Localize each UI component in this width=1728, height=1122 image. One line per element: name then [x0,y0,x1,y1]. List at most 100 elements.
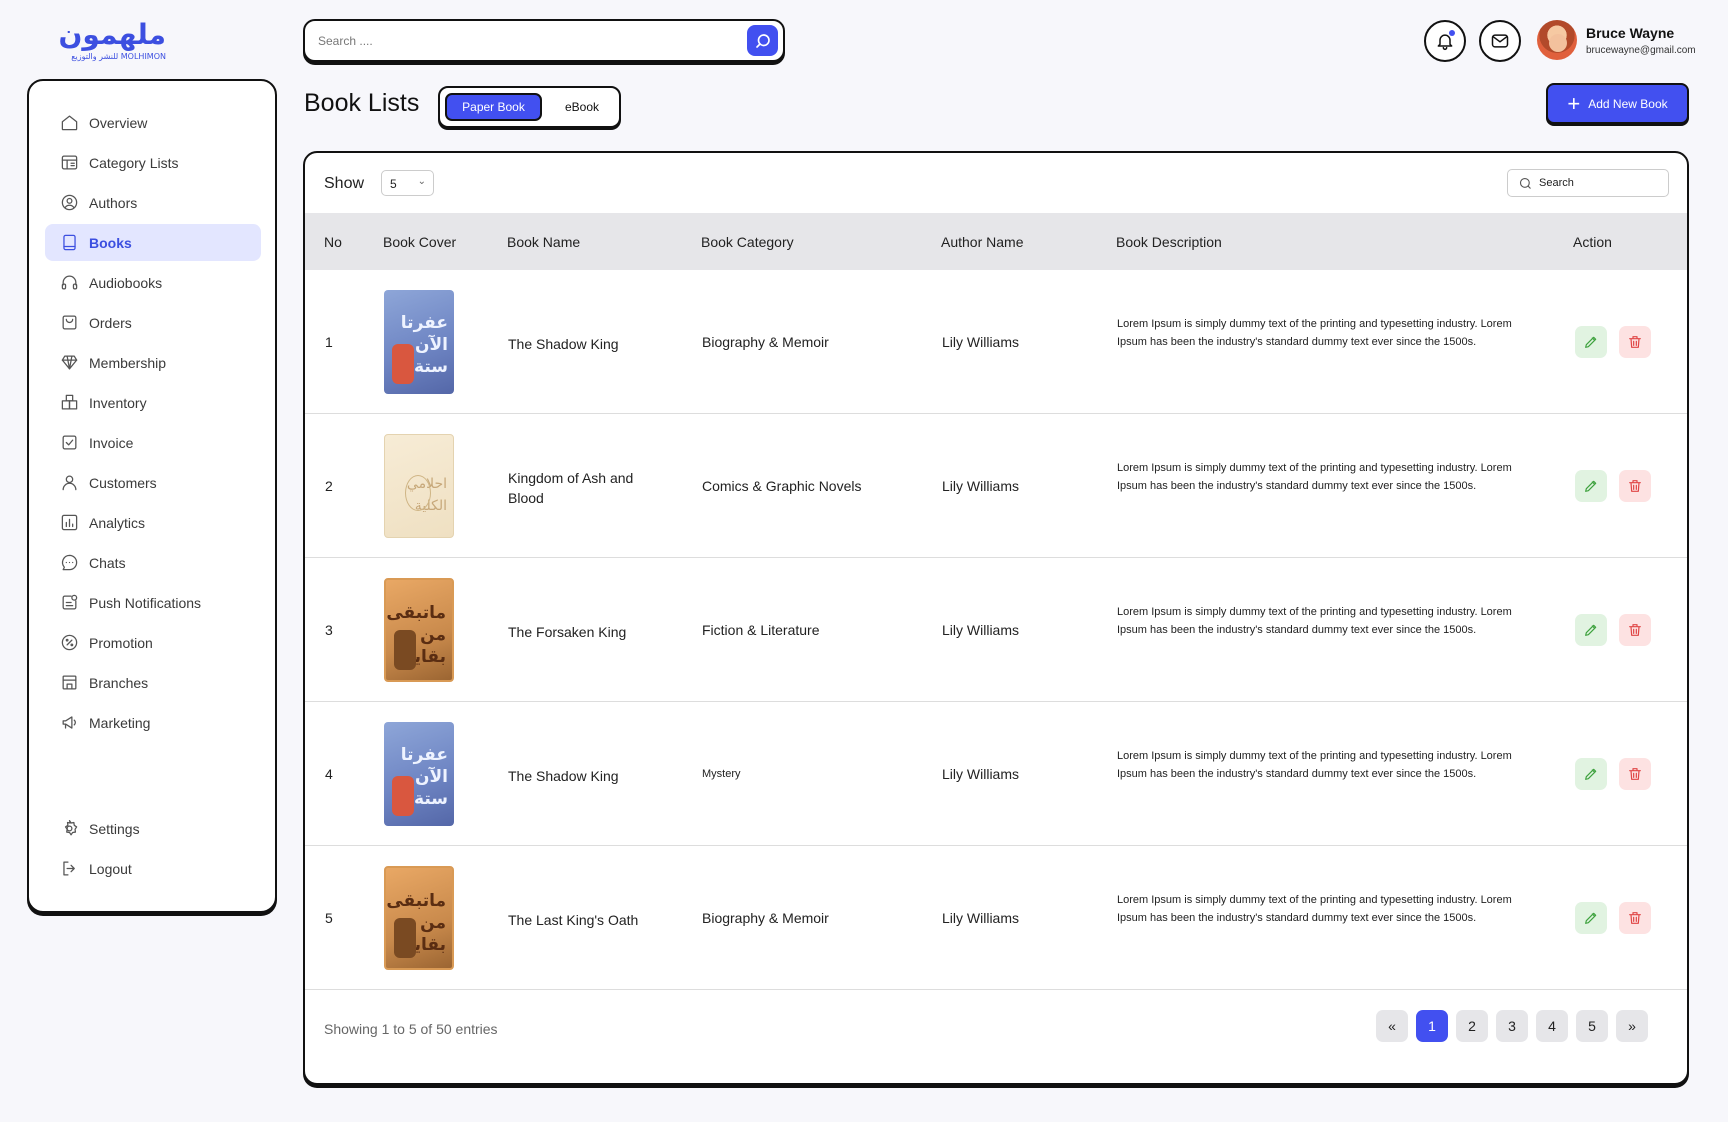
edit-button[interactable] [1575,470,1607,502]
sidebar-item-label: Marketing [89,714,151,731]
row-number: 4 [325,766,333,782]
sidebar-item-customers[interactable]: Customers [45,464,261,501]
col-book-cover: Book Cover [383,234,457,250]
edit-button[interactable] [1575,614,1607,646]
col-action: Action [1573,234,1612,250]
book-cover: عفرتا الآن ستة [384,722,454,826]
store-icon [62,675,76,690]
book-name: The Shadow King [508,336,619,352]
entries-per-page-value: 5 [390,177,397,191]
user-name: Bruce Wayne [1586,25,1675,41]
sidebar-item-overview[interactable]: Overview [45,104,261,141]
notifications-button[interactable] [1424,20,1466,62]
sidebar-item-authors[interactable]: Authors [45,184,261,221]
sidebar-item-promotion[interactable]: Promotion [45,624,261,661]
author-name: Lily Williams [942,334,1019,350]
book-category: Mystery [702,768,741,780]
search-button[interactable] [747,25,778,56]
search-input[interactable]: Search .... [318,34,373,48]
pencil-icon [1585,480,1597,492]
pagination-page-1[interactable]: 1 [1416,1010,1448,1042]
sidebar-item-analytics[interactable]: Analytics [45,504,261,541]
sidebar-item-marketing[interactable]: Marketing [45,704,261,741]
delete-button[interactable] [1619,470,1651,502]
sidebar-item-label: Chats [89,554,126,571]
book-cover: احلامي الكلية [384,434,454,538]
col-book-category: Book Category [701,234,794,250]
home-icon [61,115,77,131]
sidebar-item-label: Analytics [89,514,146,531]
table-search-input[interactable]: Search [1507,169,1669,197]
sidebar-item-label: Settings [89,820,140,837]
sidebar-item-audiobooks[interactable]: Audiobooks [45,264,261,301]
pencil-icon [1585,624,1597,636]
edit-button[interactable] [1575,326,1607,358]
tab-paper-book[interactable]: Paper Book [445,93,542,121]
sidebar-item-category-lists[interactable]: Category Lists [45,144,261,181]
mail-icon [1491,34,1509,48]
delete-button[interactable] [1619,758,1651,790]
diamond-icon [61,355,77,370]
entries-info: Showing 1 to 5 of 50 entries [324,1021,498,1037]
user-circle-icon [61,194,77,211]
sidebar-item-books[interactable]: Books [45,224,261,261]
delete-button[interactable] [1619,326,1651,358]
tab-ebook[interactable]: eBook [552,93,612,121]
headphones-icon [61,275,77,290]
add-new-book-button[interactable]: + Add New Book [1546,83,1689,124]
logo-subtext: للنشر والتوزيع MOLHIMON [71,52,166,61]
book-category: Comics & Graphic Novels [702,478,862,494]
delete-button[interactable] [1619,614,1651,646]
sidebar-item-invoice[interactable]: Invoice [45,424,261,461]
trash-icon [1629,624,1641,636]
sidebar-item-branches[interactable]: Branches [45,664,261,701]
pagination-first-button[interactable]: « [1376,1010,1408,1042]
pencil-icon [1585,768,1597,780]
sidebar-item-chats[interactable]: Chats [45,544,261,581]
sidebar-item-label: Authors [89,194,138,211]
delete-button[interactable] [1619,902,1651,934]
col-book-description: Book Description [1116,234,1222,250]
table-row: 2 احلامي الكلية Kingdom of Ash and Blood… [305,414,1687,558]
bag-icon [62,315,76,330]
book-name: The Shadow King [508,768,619,784]
book-name: Kingdom of Ash and Blood [508,470,634,506]
person-icon [62,475,76,491]
messages-button[interactable] [1479,20,1521,62]
edit-button[interactable] [1575,902,1607,934]
table-row: 4 عفرتا الآن ستة The Shadow King Mystery… [305,702,1687,846]
sidebar: Overview Category Lists Authors Books Au… [27,79,277,913]
avatar[interactable] [1537,20,1577,60]
invoice-icon [62,435,76,450]
global-search[interactable]: Search .... [303,19,785,62]
sidebar-item-logout[interactable]: Logout [45,850,261,887]
sidebar-item-label: Customers [89,474,157,491]
pagination-page-5[interactable]: 5 [1576,1010,1608,1042]
book-description: Lorem Ipsum is simply dummy text of the … [1117,318,1512,348]
pagination-last-button[interactable]: » [1616,1010,1648,1042]
book-icon [62,234,76,251]
sidebar-item-settings[interactable]: Settings [45,810,261,847]
row-number: 3 [325,622,333,638]
pagination-page-2[interactable]: 2 [1456,1010,1488,1042]
percent-icon [61,634,77,651]
book-description: Lorem Ipsum is simply dummy text of the … [1117,894,1512,924]
sidebar-item-inventory[interactable]: Inventory [45,384,261,421]
edit-button[interactable] [1575,758,1607,790]
pagination-page-4[interactable]: 4 [1536,1010,1568,1042]
sidebar-item-push-notifications[interactable]: Push Notifications [45,584,261,621]
logout-icon [62,861,75,876]
sidebar-item-membership[interactable]: Membership [45,344,261,381]
megaphone-icon [62,716,76,729]
sidebar-item-label: Books [89,234,132,251]
table-search-placeholder: Search [1539,177,1574,189]
pagination-page-3[interactable]: 3 [1496,1010,1528,1042]
table-row: 1 عفرتا الآن ستة The Shadow King Biograp… [305,270,1687,414]
entries-per-page-select[interactable]: 5 ⌄ [381,170,434,196]
notification-dot [1449,30,1455,36]
page-title: Book Lists [304,89,420,117]
trash-icon [1629,912,1641,924]
table-row: 5 ماتبقى من بقايا The Last King's Oath B… [305,846,1687,990]
sidebar-item-label: Inventory [89,394,147,411]
sidebar-item-orders[interactable]: Orders [45,304,261,341]
